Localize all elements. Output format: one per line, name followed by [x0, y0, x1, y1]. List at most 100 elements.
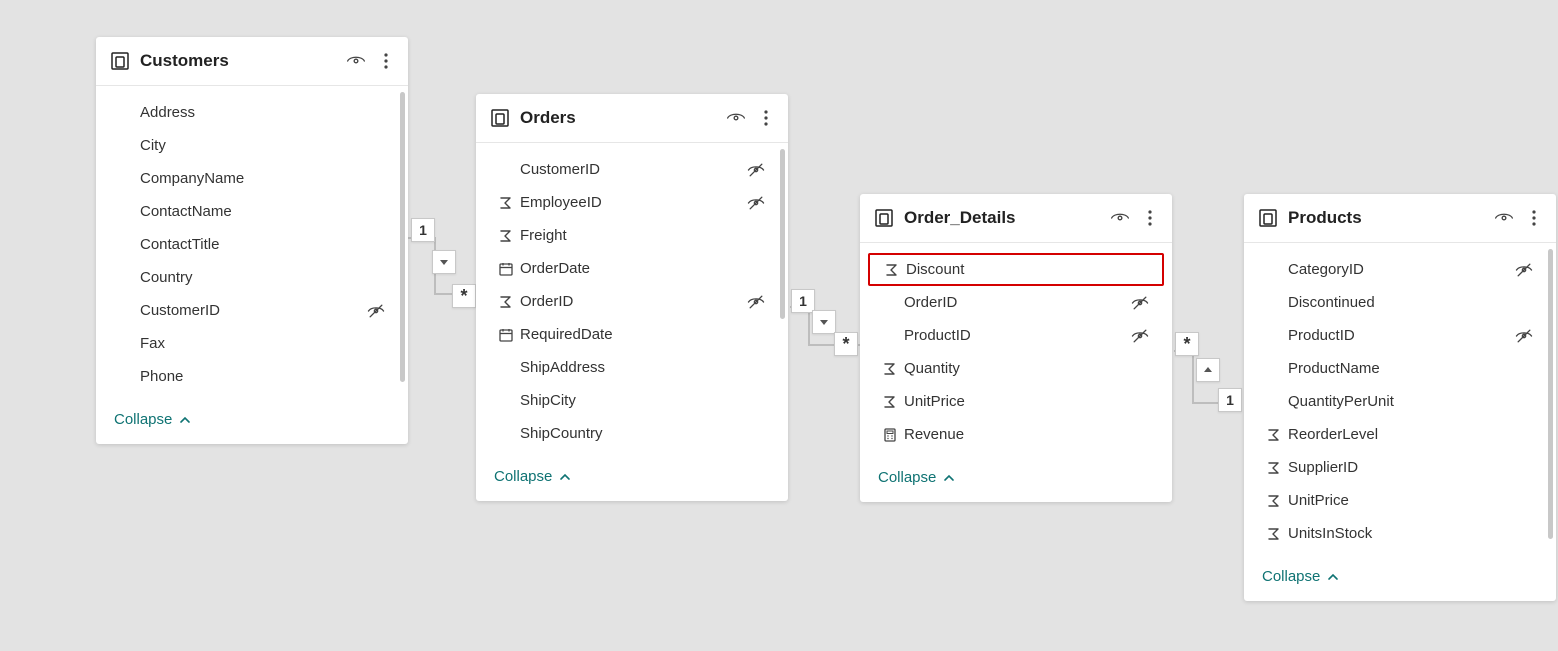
field-row[interactable]: ShipAddress	[476, 351, 788, 384]
chevron-up-icon	[178, 413, 192, 427]
sigma-icon	[878, 394, 902, 410]
hidden-eye-icon[interactable]	[1510, 260, 1538, 280]
field-row[interactable]: QuantityPerUnit	[1244, 385, 1556, 418]
field-row[interactable]: CompanyName	[96, 162, 408, 195]
field-row[interactable]: ProductID	[1244, 319, 1556, 352]
collapse-label: Collapse	[878, 469, 936, 486]
field-label: OrderID	[902, 294, 1126, 311]
hidden-eye-icon[interactable]	[1510, 326, 1538, 346]
table-card-customers[interactable]: Customers AddressCityCompanyName ContactN…	[96, 37, 408, 444]
field-label: ShipAddress	[518, 359, 742, 376]
field-row[interactable]: ProductID	[860, 319, 1172, 352]
field-label: UnitPrice	[902, 393, 1126, 410]
collapse-button[interactable]: Collapse	[476, 458, 788, 501]
visibility-icon[interactable]	[726, 108, 746, 128]
sigma-icon	[1262, 460, 1286, 476]
collapse-label: Collapse	[114, 411, 172, 428]
field-label: ProductID	[902, 327, 1126, 344]
field-label: ContactName	[138, 203, 362, 220]
hidden-eye-icon[interactable]	[1126, 326, 1154, 346]
field-row[interactable]: EmployeeID	[476, 186, 788, 219]
visibility-icon[interactable]	[346, 51, 366, 71]
more-options-icon[interactable]	[756, 108, 776, 128]
field-label: Phone	[138, 368, 362, 385]
table-icon	[1258, 208, 1278, 228]
more-options-icon[interactable]	[376, 51, 396, 71]
field-row[interactable]: Discontinued	[1244, 286, 1556, 319]
field-label: Quantity	[902, 360, 1126, 377]
filter-direction-box	[1196, 358, 1220, 382]
table-icon	[874, 208, 894, 228]
table-card-products[interactable]: Products CategoryIDDiscontinuedProductID…	[1244, 194, 1556, 601]
field-row[interactable]: OrderDate	[476, 252, 788, 285]
cardinality-many-box: *	[834, 332, 858, 356]
field-label: ProductName	[1286, 360, 1510, 377]
field-label: ContactTitle	[138, 236, 362, 253]
field-row[interactable]: ContactTitle	[96, 228, 408, 261]
scrollbar[interactable]	[1548, 249, 1553, 539]
field-row[interactable]: ProductName	[1244, 352, 1556, 385]
calculator-icon	[878, 427, 902, 443]
field-row[interactable]: ShipCity	[476, 384, 788, 417]
field-row[interactable]: ContactName	[96, 195, 408, 228]
field-row[interactable]: City	[96, 129, 408, 162]
field-row[interactable]: OrderID	[860, 286, 1172, 319]
sigma-icon	[494, 294, 518, 310]
hidden-eye-icon[interactable]	[742, 193, 770, 213]
chevron-up-icon	[558, 470, 572, 484]
field-row[interactable]: ShipCountry	[476, 417, 788, 450]
collapse-button[interactable]: Collapse	[96, 401, 408, 444]
field-row[interactable]: UnitsInStock	[1244, 517, 1556, 550]
field-row[interactable]: Fax	[96, 327, 408, 360]
field-row[interactable]: Phone	[96, 360, 408, 393]
table-title: Order_Details	[904, 208, 1110, 228]
field-row[interactable]: Quantity	[860, 352, 1172, 385]
more-options-icon[interactable]	[1140, 208, 1160, 228]
sigma-icon	[878, 361, 902, 377]
field-row[interactable]: Revenue	[860, 418, 1172, 451]
field-row[interactable]: OrderID	[476, 285, 788, 318]
field-row[interactable]: UnitPrice	[860, 385, 1172, 418]
model-view-canvas[interactable]: 1 * 1 * * 1 Customers	[0, 0, 1558, 651]
field-row[interactable]: SupplierID	[1244, 451, 1556, 484]
scrollbar[interactable]	[400, 92, 405, 382]
field-row[interactable]: RequiredDate	[476, 318, 788, 351]
field-row[interactable]: Country	[96, 261, 408, 294]
table-card-orders[interactable]: Orders CustomerIDEmployeeIDFreightOrderD…	[476, 94, 788, 501]
more-options-icon[interactable]	[1524, 208, 1544, 228]
field-label: Revenue	[902, 426, 1126, 443]
field-row[interactable]: Freight	[476, 219, 788, 252]
scrollbar[interactable]	[780, 149, 785, 319]
collapse-button[interactable]: Collapse	[1244, 558, 1556, 601]
collapse-button[interactable]: Collapse	[860, 459, 1172, 502]
hidden-eye-icon[interactable]	[362, 301, 390, 321]
field-label: CustomerID	[138, 302, 362, 319]
field-label: ShipCountry	[518, 425, 742, 442]
field-label: QuantityPerUnit	[1286, 393, 1510, 410]
field-label: Freight	[518, 227, 742, 244]
field-row[interactable]: UnitPrice	[1244, 484, 1556, 517]
cardinality-many-box: *	[452, 284, 476, 308]
field-row[interactable]: CustomerID	[476, 153, 788, 186]
table-title: Customers	[140, 51, 346, 71]
table-card-order-details[interactable]: Order_Details Discount OrderID ProductID Qu…	[860, 194, 1172, 502]
sigma-icon	[880, 262, 904, 278]
hidden-eye-icon[interactable]	[1126, 293, 1154, 313]
collapse-label: Collapse	[494, 468, 552, 485]
hidden-eye-icon[interactable]	[742, 160, 770, 180]
visibility-icon[interactable]	[1110, 208, 1130, 228]
calendar-icon	[494, 261, 518, 277]
field-list: AddressCityCompanyName ContactName Contact…	[96, 86, 408, 401]
field-row[interactable]: Discount	[868, 253, 1164, 286]
cardinality-many-box: *	[1175, 332, 1199, 356]
field-label: Discontinued	[1286, 294, 1510, 311]
field-label: ProductID	[1286, 327, 1510, 344]
visibility-icon[interactable]	[1494, 208, 1514, 228]
field-label: Country	[138, 269, 362, 286]
field-row[interactable]: ReorderLevel	[1244, 418, 1556, 451]
field-row[interactable]: CategoryID	[1244, 253, 1556, 286]
field-row[interactable]: Address	[96, 96, 408, 129]
field-row[interactable]: CustomerID	[96, 294, 408, 327]
field-label: UnitsInStock	[1286, 525, 1510, 542]
hidden-eye-icon[interactable]	[742, 292, 770, 312]
